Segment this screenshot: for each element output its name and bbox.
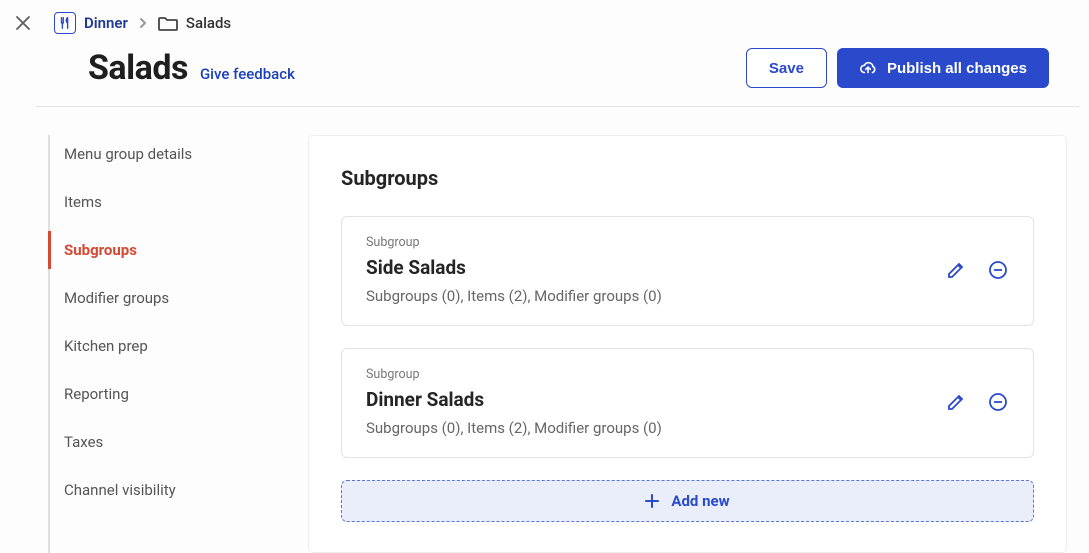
sidenav-item-items[interactable]: Items [50,183,288,221]
folder-icon [158,15,178,32]
breadcrumb-parent[interactable]: Dinner [54,12,128,34]
sidenav-item-modifier-groups[interactable]: Modifier groups [50,279,288,317]
card-meta: Subgroups (0), Items (2), Modifier group… [366,419,662,437]
subgroup-card: Subgroup Side Salads Subgroups (0), Item… [341,216,1034,326]
add-new-button[interactable]: Add new [341,480,1034,522]
card-meta: Subgroups (0), Items (2), Modifier group… [366,287,662,305]
breadcrumb-parent-label: Dinner [84,14,128,32]
sidenav-item-kitchen-prep[interactable]: Kitchen prep [50,327,288,365]
page-title: Salads [88,48,188,88]
utensils-icon [54,12,76,34]
close-icon[interactable] [14,14,32,32]
add-new-label: Add new [671,492,729,510]
sidenav: Menu group details Items Subgroups Modif… [48,135,288,553]
save-button[interactable]: Save [746,48,827,88]
sidenav-item-channel-visibility[interactable]: Channel visibility [50,471,288,509]
main-panel: Subgroups Subgroup Side Salads Subgroups… [308,135,1067,553]
plus-icon [645,494,659,508]
publish-all-button[interactable]: Publish all changes [837,48,1049,88]
breadcrumb-current-label: Salads [186,14,231,32]
card-type-label: Subgroup [366,235,662,250]
sidenav-item-subgroups[interactable]: Subgroups [48,231,288,269]
remove-icon[interactable] [987,259,1009,281]
card-title: Dinner Salads [366,388,662,411]
breadcrumb: Dinner Salads [54,12,231,34]
sidenav-item-taxes[interactable]: Taxes [50,423,288,461]
sidenav-item-details[interactable]: Menu group details [50,135,288,173]
chevron-right-icon [138,16,148,30]
cloud-upload-icon [859,59,877,77]
card-type-label: Subgroup [366,367,662,382]
breadcrumb-current: Salads [158,14,231,32]
give-feedback-link[interactable]: Give feedback [200,65,295,83]
publish-all-label: Publish all changes [887,60,1027,77]
sidenav-item-reporting[interactable]: Reporting [50,375,288,413]
remove-icon[interactable] [987,391,1009,413]
subgroup-card: Subgroup Dinner Salads Subgroups (0), It… [341,348,1034,458]
edit-icon[interactable] [945,259,967,281]
card-title: Side Salads [366,256,662,279]
edit-icon[interactable] [945,391,967,413]
panel-title: Subgroups [341,166,1034,190]
